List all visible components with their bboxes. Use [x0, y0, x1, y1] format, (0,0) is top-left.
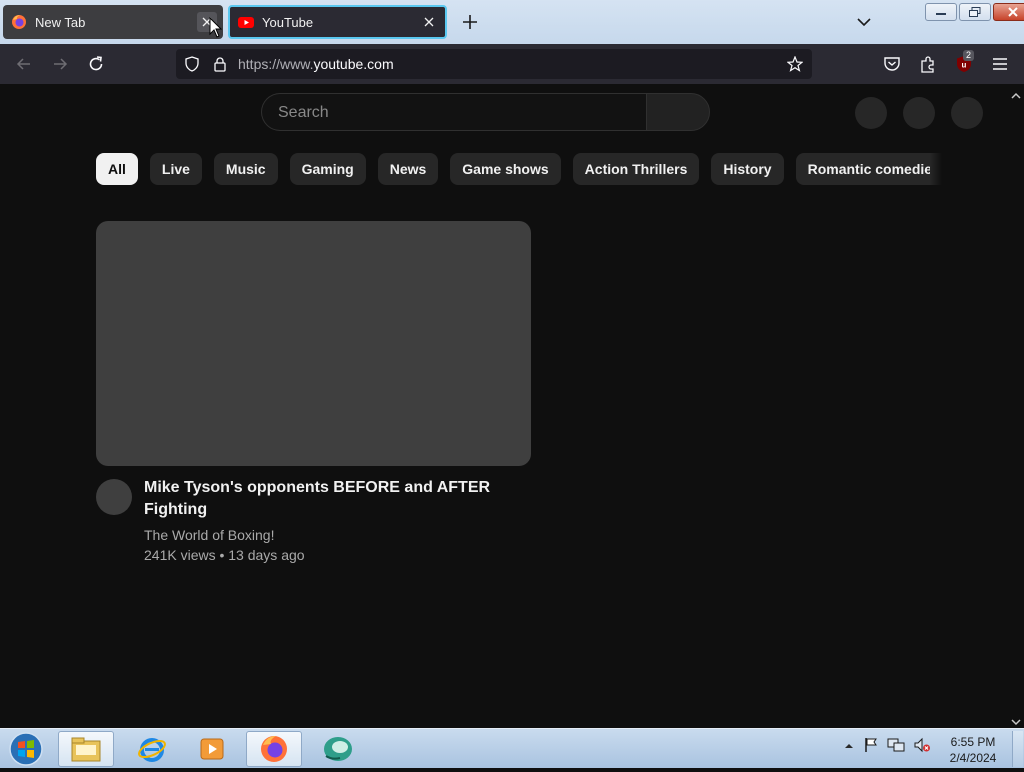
video-metadata: 241K views • 13 days ago [144, 547, 305, 563]
clock-date: 2/4/2024 [949, 751, 997, 765]
shield-icon[interactable] [184, 56, 200, 72]
svg-text:u: u [962, 61, 967, 70]
search-input[interactable]: Search [261, 93, 646, 131]
category-chips: All Live Music Gaming News Game shows Ac… [96, 153, 952, 185]
chips-overflow-fade [930, 153, 970, 185]
clock-time: 6:55 PM [950, 735, 996, 749]
chip-gaming[interactable]: Gaming [289, 153, 366, 185]
tab-strip: New Tab YouTube [0, 0, 1024, 44]
firefox-icon [11, 14, 27, 30]
internet-explorer-icon[interactable] [124, 731, 180, 767]
bookmark-star-icon[interactable] [786, 55, 804, 72]
mouse-cursor-icon [209, 16, 223, 39]
new-tab-plus-icon[interactable] [459, 11, 481, 33]
youtube-page: Search All Live Music Gaming News Game s… [0, 84, 1024, 728]
scroll-down-arrow-icon[interactable] [1010, 714, 1022, 726]
url-text[interactable]: https://www.youtube.com [238, 56, 394, 72]
window-controls [925, 3, 1024, 21]
url-scheme: https://www. [238, 56, 314, 72]
firefox-icon[interactable] [246, 731, 302, 767]
forward-arrow-icon[interactable] [50, 54, 70, 74]
youtube-icon [238, 14, 254, 30]
network-app-icon[interactable] [310, 731, 366, 767]
search-placeholder: Search [278, 104, 329, 121]
scroll-up-arrow-icon[interactable] [1010, 88, 1022, 99]
restore-button[interactable] [959, 3, 991, 21]
tab-youtube[interactable]: YouTube [228, 5, 447, 39]
tab-title: YouTube [262, 14, 314, 30]
create-button[interactable] [855, 97, 887, 129]
taskbar-clock[interactable]: 6:55 PM 2/4/2024 [944, 734, 1002, 766]
minimize-button[interactable] [925, 3, 957, 21]
media-player-icon[interactable] [184, 731, 240, 767]
navigation-toolbar: https://www.youtube.com u 2 [0, 44, 1024, 84]
start-button[interactable] [6, 731, 46, 767]
lock-icon[interactable] [212, 56, 228, 72]
video-channel-name[interactable]: The World of Boxing! [144, 527, 274, 543]
chip-romantic-comedies[interactable]: Romantic comedies [795, 153, 952, 185]
video-thumbnail[interactable] [96, 221, 531, 466]
volume-muted-icon[interactable] [913, 737, 931, 758]
chip-history[interactable]: History [711, 153, 784, 185]
show-desktop-button[interactable] [1012, 731, 1023, 767]
account-avatar[interactable] [951, 97, 983, 129]
action-center-flag-icon[interactable] [863, 737, 879, 758]
network-icon[interactable] [887, 737, 905, 758]
windows-taskbar: 6:55 PM 2/4/2024 [0, 728, 1024, 768]
chip-action-thrillers[interactable]: Action Thrillers [572, 153, 700, 185]
close-tab-icon[interactable] [419, 12, 439, 32]
video-title[interactable]: Mike Tyson's opponents BEFORE and AFTER … [144, 477, 524, 521]
tab-new-tab[interactable]: New Tab [3, 5, 223, 39]
notifications-button[interactable] [903, 97, 935, 129]
pocket-icon[interactable] [882, 54, 902, 74]
back-arrow-icon[interactable] [14, 54, 34, 74]
address-bar[interactable]: https://www.youtube.com [176, 49, 812, 79]
reload-icon[interactable] [86, 54, 106, 74]
show-hidden-icons-icon[interactable] [843, 739, 855, 757]
chip-news[interactable]: News [377, 153, 439, 185]
chevron-down-icon[interactable] [855, 13, 873, 31]
extensions-puzzle-icon[interactable] [918, 54, 938, 74]
tab-title: New Tab [35, 14, 86, 30]
file-explorer-icon[interactable] [58, 731, 114, 767]
close-window-button[interactable] [993, 3, 1024, 21]
hamburger-menu-icon[interactable] [990, 54, 1010, 74]
url-host: youtube.com [313, 56, 394, 72]
extension-badge: 2 [963, 50, 975, 61]
system-tray [843, 737, 931, 758]
channel-avatar[interactable] [96, 479, 132, 515]
chip-all[interactable]: All [96, 153, 138, 185]
chip-music[interactable]: Music [213, 153, 278, 185]
chip-live[interactable]: Live [149, 153, 202, 185]
search-button[interactable] [646, 93, 710, 131]
chip-game-shows[interactable]: Game shows [450, 153, 561, 185]
